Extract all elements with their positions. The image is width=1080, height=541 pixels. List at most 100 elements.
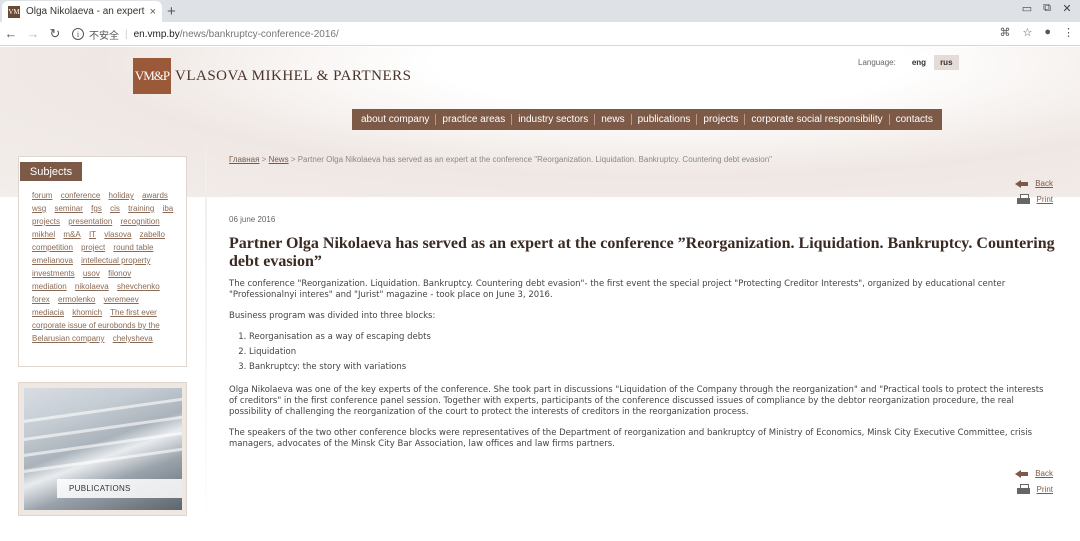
browser-tab[interactable]: VM Olga Nikolaeva - an expert at × xyxy=(2,1,162,22)
subject-tag-link[interactable]: vlasova xyxy=(104,230,131,239)
subject-tag-link[interactable]: presentation xyxy=(68,217,112,226)
back-action-bottom[interactable]: Back xyxy=(1015,469,1053,478)
address-bar: ← → ↻ i 不安全 | en.vmp.by /news/bankruptcy… xyxy=(0,22,1080,46)
publications-banner[interactable]: PUBLICATIONS xyxy=(18,382,187,516)
print-link[interactable]: Print xyxy=(1037,195,1053,204)
subject-tag-link[interactable]: iba xyxy=(163,204,174,213)
nav-projects[interactable]: projects xyxy=(697,114,744,125)
browser-toolbar-right: ⌘ ☆ ● ⋮ xyxy=(999,26,1074,39)
article-list: Reorganisation as a way of escaping debt… xyxy=(249,332,1054,373)
publications-banner-label: PUBLICATIONS xyxy=(57,479,182,498)
subject-tag-link[interactable]: mediacia xyxy=(32,308,64,317)
menu-dots-icon[interactable]: ⋮ xyxy=(1063,26,1074,39)
top-actions: Back Print xyxy=(1015,179,1053,205)
subject-tag-link[interactable]: forum xyxy=(32,191,52,200)
nav-news[interactable]: news xyxy=(595,114,630,125)
close-window-icon[interactable]: ✕ xyxy=(1060,2,1074,15)
bookmark-star-icon[interactable]: ☆ xyxy=(1022,26,1032,39)
list-item: Reorganisation as a way of escaping debt… xyxy=(249,332,1054,343)
list-item: Liquidation xyxy=(249,347,1054,358)
breadcrumb-separator: > xyxy=(259,155,269,164)
language-label: Language: xyxy=(858,58,896,67)
subjects-title: Subjects xyxy=(20,162,82,181)
breadcrumb-current: Partner Olga Nikolaeva has served as an … xyxy=(297,155,772,164)
back-action-top[interactable]: Back xyxy=(1015,179,1053,188)
article-paragraph: The conference "Reorganization. Liquidat… xyxy=(229,279,1006,300)
tab-title: Olga Nikolaeva - an expert at xyxy=(26,6,146,17)
breadcrumb: Главная > News > Partner Olga Nikolaeva … xyxy=(229,155,772,164)
subject-tag-link[interactable]: conference xyxy=(61,191,101,200)
reload-icon[interactable]: ↻ xyxy=(44,26,66,42)
back-arrow-icon[interactable]: ← xyxy=(0,26,22,41)
subject-tag-link[interactable]: usov xyxy=(83,269,100,278)
nav-contacts[interactable]: contacts xyxy=(890,114,939,125)
new-tab-button[interactable]: + xyxy=(167,3,176,20)
article-title: Partner Olga Nikolaeva has served as an … xyxy=(229,235,1055,270)
subject-tag-link[interactable]: emelianova xyxy=(32,256,73,265)
subject-tag-link[interactable]: shevchenko xyxy=(117,282,160,291)
subject-tag-link[interactable]: m&A xyxy=(63,230,80,239)
subject-tag-link[interactable]: fgs xyxy=(91,204,102,213)
printer-icon xyxy=(1016,484,1030,495)
subject-tag-link[interactable]: recognition xyxy=(121,217,160,226)
window-controls: ▭ ⧉ ✕ xyxy=(1020,2,1074,15)
article-date: 06 june 2016 xyxy=(229,215,276,224)
info-icon[interactable]: i xyxy=(72,28,84,40)
bottom-actions: Back Print xyxy=(1015,469,1053,495)
subject-tag-link[interactable]: filonov xyxy=(108,269,131,278)
subject-tag-link[interactable]: project xyxy=(81,243,105,252)
subject-tag-link[interactable]: nikolaeva xyxy=(75,282,109,291)
subject-tag-link[interactable]: mediation xyxy=(32,282,67,291)
translate-icon[interactable]: ⌘ xyxy=(999,26,1010,39)
subjects-panel: Subjects forum conference holiday awards… xyxy=(18,156,187,367)
nav-about-company[interactable]: about company xyxy=(355,114,435,125)
account-icon[interactable]: ● xyxy=(1044,26,1051,39)
subject-tag-link[interactable]: training xyxy=(128,204,154,213)
content-divider xyxy=(205,147,207,541)
back-link[interactable]: Back xyxy=(1035,179,1053,188)
print-link[interactable]: Print xyxy=(1037,485,1053,494)
list-item: Bankruptcy: the story with variations xyxy=(249,362,1054,373)
nav-practice-areas[interactable]: practice areas xyxy=(436,114,511,125)
minimize-icon[interactable]: ▭ xyxy=(1020,2,1034,15)
forward-arrow-icon[interactable]: → xyxy=(22,26,44,41)
restore-icon[interactable]: ⧉ xyxy=(1040,2,1054,14)
subject-tag-link[interactable]: seminar xyxy=(54,204,82,213)
print-action-bottom[interactable]: Print xyxy=(1016,484,1053,495)
subject-tag-link[interactable]: awards xyxy=(142,191,168,200)
print-action-top[interactable]: Print xyxy=(1016,194,1053,205)
subject-tag-link[interactable]: zabello xyxy=(140,230,165,239)
subject-tag-link[interactable]: round table xyxy=(113,243,153,252)
breadcrumb-home-link[interactable]: Главная xyxy=(229,155,259,164)
subject-tag-link[interactable]: veremeev xyxy=(104,295,139,304)
url-field[interactable]: i 不安全 | en.vmp.by /news/bankruptcy-confe… xyxy=(72,25,992,43)
subject-tag-link[interactable]: khomich xyxy=(72,308,102,317)
back-arrow-icon xyxy=(1015,469,1029,478)
nav-corporate-social-responsibility[interactable]: corporate social responsibility xyxy=(745,114,888,125)
language-eng-button[interactable]: eng xyxy=(905,55,933,70)
back-link[interactable]: Back xyxy=(1035,469,1053,478)
nav-publications[interactable]: publications xyxy=(632,114,697,125)
subject-tag-link[interactable]: ermolenko xyxy=(58,295,95,304)
logo-text: VLASOVA MIKHEL & PARTNERS xyxy=(175,67,412,84)
site-logo[interactable]: VM&P VLASOVA MIKHEL & PARTNERS xyxy=(133,58,412,94)
breadcrumb-news-link[interactable]: News xyxy=(269,155,289,164)
subject-tag-link[interactable]: projects xyxy=(32,217,60,226)
subject-tag-link[interactable]: wsg xyxy=(32,204,46,213)
close-tab-icon[interactable]: × xyxy=(150,6,156,18)
subject-tag-link[interactable]: IT xyxy=(89,230,96,239)
subject-tag-link[interactable]: competition xyxy=(32,243,73,252)
subject-tag-link[interactable]: chelysheva xyxy=(113,334,153,343)
browser-tab-bar: VM Olga Nikolaeva - an expert at × + ▭ ⧉… xyxy=(0,0,1080,22)
subject-tag-link[interactable]: investments xyxy=(32,269,75,278)
subject-tag-link[interactable]: intellectual property xyxy=(81,256,150,265)
subject-tag-link[interactable]: forex xyxy=(32,295,50,304)
subject-tag-link[interactable]: mikhel xyxy=(32,230,55,239)
subject-tag-link[interactable]: cis xyxy=(110,204,120,213)
nav-industry-sectors[interactable]: industry sectors xyxy=(512,114,594,125)
article-paragraph: Business program was divided into three … xyxy=(229,311,436,321)
language-switcher: Language: eng rus xyxy=(858,55,961,70)
language-rus-button[interactable]: rus xyxy=(934,55,959,70)
subject-tag-link[interactable]: holiday xyxy=(109,191,134,200)
printer-icon xyxy=(1016,194,1030,205)
